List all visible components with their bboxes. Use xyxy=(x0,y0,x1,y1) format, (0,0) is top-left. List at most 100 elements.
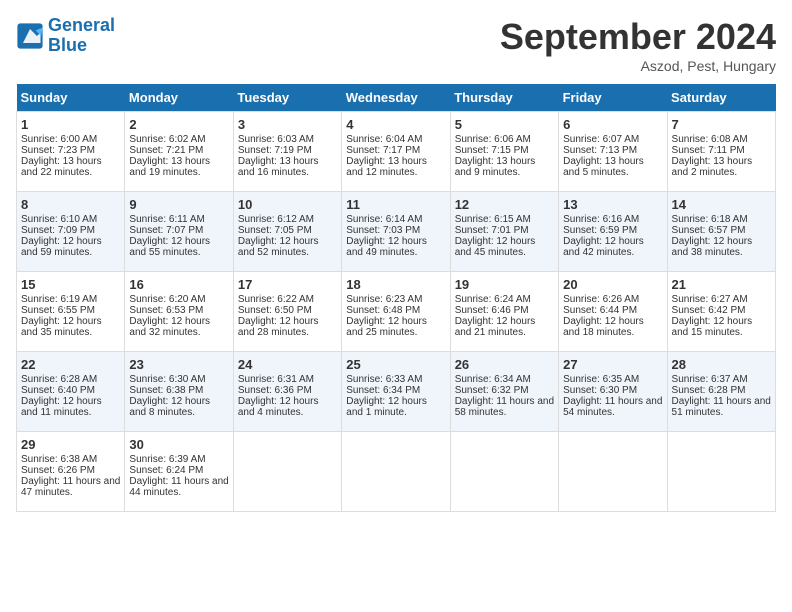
day-number: 6 xyxy=(563,117,662,132)
sunset: Sunset: 7:07 PM xyxy=(129,225,203,236)
daylight-label: Daylight: 11 hours and 44 minutes. xyxy=(129,476,228,498)
day-cell: 7 Sunrise: 6:08 AM Sunset: 7:11 PM Dayli… xyxy=(667,112,775,192)
sunset: Sunset: 6:59 PM xyxy=(563,225,637,236)
sunset: Sunset: 6:55 PM xyxy=(21,305,95,316)
day-cell: 28 Sunrise: 6:37 AM Sunset: 6:28 PM Dayl… xyxy=(667,352,775,432)
day-cell xyxy=(233,432,341,512)
week-row-5: 29 Sunrise: 6:38 AM Sunset: 6:26 PM Dayl… xyxy=(17,432,776,512)
daylight-label: Daylight: 13 hours and 22 minutes. xyxy=(21,156,102,178)
day-number: 12 xyxy=(455,197,554,212)
sunrise: Sunrise: 6:12 AM xyxy=(238,214,314,225)
daylight-label: Daylight: 12 hours and 38 minutes. xyxy=(672,236,753,258)
day-header-tuesday: Tuesday xyxy=(233,84,341,112)
sunset: Sunset: 6:57 PM xyxy=(672,225,746,236)
day-cell: 3 Sunrise: 6:03 AM Sunset: 7:19 PM Dayli… xyxy=(233,112,341,192)
sunrise: Sunrise: 6:15 AM xyxy=(455,214,531,225)
sunrise: Sunrise: 6:16 AM xyxy=(563,214,639,225)
day-number: 1 xyxy=(21,117,120,132)
sunrise: Sunrise: 6:38 AM xyxy=(21,454,97,465)
day-header-sunday: Sunday xyxy=(17,84,125,112)
day-header-monday: Monday xyxy=(125,84,233,112)
sunset: Sunset: 7:17 PM xyxy=(346,145,420,156)
day-cell: 2 Sunrise: 6:02 AM Sunset: 7:21 PM Dayli… xyxy=(125,112,233,192)
sunset: Sunset: 6:44 PM xyxy=(563,305,637,316)
sunrise: Sunrise: 6:26 AM xyxy=(563,294,639,305)
day-cell: 21 Sunrise: 6:27 AM Sunset: 6:42 PM Dayl… xyxy=(667,272,775,352)
sunrise: Sunrise: 6:24 AM xyxy=(455,294,531,305)
daylight-label: Daylight: 13 hours and 12 minutes. xyxy=(346,156,427,178)
sunrise: Sunrise: 6:30 AM xyxy=(129,374,205,385)
daylight-label: Daylight: 11 hours and 51 minutes. xyxy=(672,396,771,418)
day-cell xyxy=(450,432,558,512)
daylight-label: Daylight: 11 hours and 47 minutes. xyxy=(21,476,120,498)
sunrise: Sunrise: 6:28 AM xyxy=(21,374,97,385)
day-cell: 26 Sunrise: 6:34 AM Sunset: 6:32 PM Dayl… xyxy=(450,352,558,432)
sunset: Sunset: 7:21 PM xyxy=(129,145,203,156)
day-cell: 6 Sunrise: 6:07 AM Sunset: 7:13 PM Dayli… xyxy=(559,112,667,192)
day-cell: 4 Sunrise: 6:04 AM Sunset: 7:17 PM Dayli… xyxy=(342,112,450,192)
daylight-label: Daylight: 12 hours and 1 minute. xyxy=(346,396,427,418)
sunrise: Sunrise: 6:10 AM xyxy=(21,214,97,225)
week-row-4: 22 Sunrise: 6:28 AM Sunset: 6:40 PM Dayl… xyxy=(17,352,776,432)
day-header-saturday: Saturday xyxy=(667,84,775,112)
day-number: 19 xyxy=(455,277,554,292)
day-number: 26 xyxy=(455,357,554,372)
sunset: Sunset: 7:11 PM xyxy=(672,145,745,156)
day-cell: 22 Sunrise: 6:28 AM Sunset: 6:40 PM Dayl… xyxy=(17,352,125,432)
logo-text: General Blue xyxy=(48,16,115,56)
daylight-label: Daylight: 11 hours and 58 minutes. xyxy=(455,396,554,418)
logo-line2: Blue xyxy=(48,35,87,55)
day-cell: 15 Sunrise: 6:19 AM Sunset: 6:55 PM Dayl… xyxy=(17,272,125,352)
sunrise: Sunrise: 6:07 AM xyxy=(563,134,639,145)
day-cell: 10 Sunrise: 6:12 AM Sunset: 7:05 PM Dayl… xyxy=(233,192,341,272)
day-cell: 19 Sunrise: 6:24 AM Sunset: 6:46 PM Dayl… xyxy=(450,272,558,352)
day-number: 30 xyxy=(129,437,228,452)
day-number: 9 xyxy=(129,197,228,212)
day-number: 20 xyxy=(563,277,662,292)
day-cell: 18 Sunrise: 6:23 AM Sunset: 6:48 PM Dayl… xyxy=(342,272,450,352)
day-number: 2 xyxy=(129,117,228,132)
daylight-label: Daylight: 12 hours and 18 minutes. xyxy=(563,316,644,338)
day-cell: 13 Sunrise: 6:16 AM Sunset: 6:59 PM Dayl… xyxy=(559,192,667,272)
sunset: Sunset: 7:03 PM xyxy=(346,225,420,236)
week-row-3: 15 Sunrise: 6:19 AM Sunset: 6:55 PM Dayl… xyxy=(17,272,776,352)
day-header-wednesday: Wednesday xyxy=(342,84,450,112)
day-cell: 30 Sunrise: 6:39 AM Sunset: 6:24 PM Dayl… xyxy=(125,432,233,512)
sunrise: Sunrise: 6:08 AM xyxy=(672,134,748,145)
daylight-label: Daylight: 11 hours and 54 minutes. xyxy=(563,396,662,418)
daylight-label: Daylight: 12 hours and 32 minutes. xyxy=(129,316,210,338)
sunset: Sunset: 6:24 PM xyxy=(129,465,203,476)
day-number: 7 xyxy=(672,117,771,132)
day-cell: 25 Sunrise: 6:33 AM Sunset: 6:34 PM Dayl… xyxy=(342,352,450,432)
sunset: Sunset: 6:28 PM xyxy=(672,385,746,396)
sunrise: Sunrise: 6:31 AM xyxy=(238,374,314,385)
day-cell: 12 Sunrise: 6:15 AM Sunset: 7:01 PM Dayl… xyxy=(450,192,558,272)
sunset: Sunset: 7:15 PM xyxy=(455,145,529,156)
sunset: Sunset: 6:32 PM xyxy=(455,385,529,396)
day-number: 29 xyxy=(21,437,120,452)
daylight-label: Daylight: 12 hours and 8 minutes. xyxy=(129,396,210,418)
location: Aszod, Pest, Hungary xyxy=(500,58,776,74)
sunrise: Sunrise: 6:02 AM xyxy=(129,134,205,145)
day-number: 10 xyxy=(238,197,337,212)
sunset: Sunset: 6:40 PM xyxy=(21,385,95,396)
sunrise: Sunrise: 6:20 AM xyxy=(129,294,205,305)
day-number: 17 xyxy=(238,277,337,292)
sunset: Sunset: 6:46 PM xyxy=(455,305,529,316)
sunrise: Sunrise: 6:39 AM xyxy=(129,454,205,465)
daylight-label: Daylight: 13 hours and 19 minutes. xyxy=(129,156,210,178)
day-cell: 20 Sunrise: 6:26 AM Sunset: 6:44 PM Dayl… xyxy=(559,272,667,352)
daylight-label: Daylight: 12 hours and 11 minutes. xyxy=(21,396,102,418)
sunrise: Sunrise: 6:03 AM xyxy=(238,134,314,145)
day-cell: 14 Sunrise: 6:18 AM Sunset: 6:57 PM Dayl… xyxy=(667,192,775,272)
daylight-label: Daylight: 12 hours and 49 minutes. xyxy=(346,236,427,258)
day-number: 16 xyxy=(129,277,228,292)
logo-icon xyxy=(16,22,44,50)
sunrise: Sunrise: 6:22 AM xyxy=(238,294,314,305)
daylight-label: Daylight: 12 hours and 28 minutes. xyxy=(238,316,319,338)
sunset: Sunset: 7:13 PM xyxy=(563,145,637,156)
week-row-1: 1 Sunrise: 6:00 AM Sunset: 7:23 PM Dayli… xyxy=(17,112,776,192)
sunrise: Sunrise: 6:35 AM xyxy=(563,374,639,385)
day-header-thursday: Thursday xyxy=(450,84,558,112)
daylight-label: Daylight: 12 hours and 45 minutes. xyxy=(455,236,536,258)
